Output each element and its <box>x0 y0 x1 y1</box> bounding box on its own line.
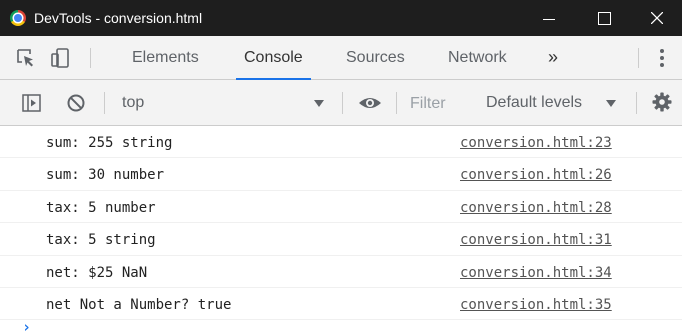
sidebar-toggle-icon[interactable] <box>22 93 42 113</box>
log-levels-label: Default levels <box>486 94 583 111</box>
chevron-down-icon <box>314 100 324 107</box>
tab-elements[interactable]: Elements <box>132 36 199 80</box>
message-text: net: $25 NaN <box>46 264 148 281</box>
console-message: net: $25 NaN conversion.html:34 <box>0 256 682 288</box>
filter-placeholder: Filter <box>410 95 446 112</box>
toolbar-divider <box>90 48 91 68</box>
more-tabs-icon[interactable]: » <box>548 47 558 68</box>
live-expression-eye-icon[interactable] <box>358 93 382 113</box>
toolbar-divider <box>104 92 105 114</box>
source-link[interactable]: conversion.html:35 <box>460 297 612 313</box>
device-toolbar-icon[interactable] <box>50 48 70 68</box>
source-link[interactable]: conversion.html:23 <box>460 135 612 151</box>
message-text: sum: 255 string <box>46 135 173 151</box>
clear-console-icon[interactable] <box>66 93 86 113</box>
devtools-tabbar: Elements Console Sources Network » <box>0 36 682 80</box>
source-link[interactable]: conversion.html:26 <box>460 167 612 183</box>
toolbar-divider <box>342 92 343 114</box>
context-select[interactable]: top <box>120 88 340 118</box>
message-text: tax: 5 number <box>46 199 156 216</box>
source-link[interactable]: conversion.html:31 <box>460 232 612 248</box>
console-prompt[interactable]: › <box>0 318 682 336</box>
inspect-element-icon[interactable] <box>16 48 36 68</box>
prompt-caret-icon: › <box>22 318 32 336</box>
tab-sources[interactable]: Sources <box>346 36 405 80</box>
toolbar-divider <box>396 92 397 114</box>
settings-gear-icon[interactable] <box>652 92 672 112</box>
chrome-icon <box>10 10 26 26</box>
message-text: tax: 5 string <box>46 232 156 249</box>
toolbar-divider <box>636 92 637 114</box>
console-messages: sum: 255 string conversion.html:23 sum: … <box>0 126 682 336</box>
tab-console[interactable]: Console <box>236 36 311 80</box>
console-message: sum: 30 number conversion.html:26 <box>0 158 682 191</box>
console-toolbar: top Filter Default levels <box>0 80 682 126</box>
context-value: top <box>122 94 145 111</box>
close-icon[interactable] <box>634 0 680 36</box>
window-titlebar: DevTools - conversion.html <box>0 0 682 36</box>
source-link[interactable]: conversion.html:34 <box>460 265 612 281</box>
console-message: tax: 5 string conversion.html:31 <box>0 223 682 256</box>
filter-input[interactable]: Filter <box>402 89 474 117</box>
message-text: sum: 30 number <box>46 167 165 184</box>
minimize-icon[interactable] <box>526 0 572 36</box>
kebab-menu-icon[interactable] <box>660 49 664 67</box>
console-message: net Not a Number? true conversion.html:3… <box>0 288 682 321</box>
window-title: DevTools - conversion.html <box>34 10 203 26</box>
source-link[interactable]: conversion.html:28 <box>460 200 612 216</box>
tab-network[interactable]: Network <box>448 36 507 80</box>
console-message: sum: 255 string conversion.html:23 <box>0 126 682 159</box>
toolbar-divider <box>638 48 639 68</box>
chevron-down-icon <box>606 100 616 107</box>
console-message: tax: 5 number conversion.html:28 <box>0 191 682 224</box>
maximize-icon[interactable] <box>580 0 626 36</box>
message-text: net Not a Number? true <box>46 296 232 313</box>
